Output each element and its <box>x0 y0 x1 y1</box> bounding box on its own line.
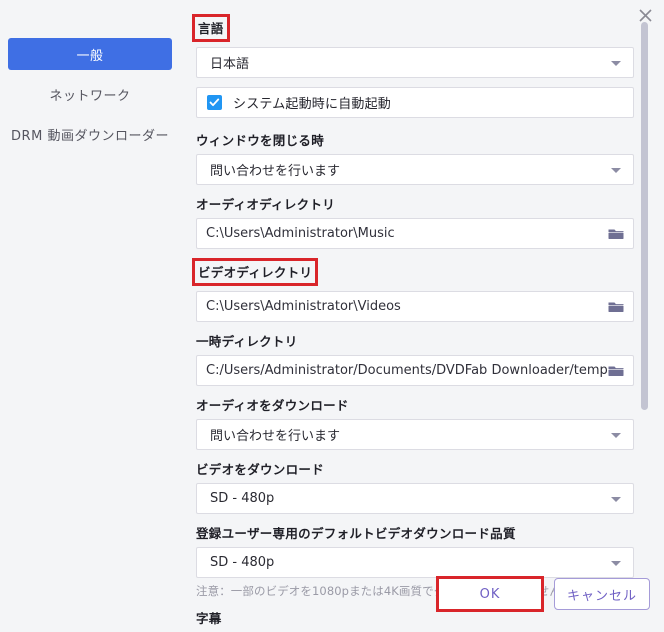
chevron-down-icon <box>611 561 621 566</box>
setting-close-window: ウィンドウを閉じる時 問い合わせを行います <box>196 130 634 185</box>
sidebar-item-label: 一般 <box>76 45 103 64</box>
sidebar-item-label: ネットワーク <box>49 85 130 104</box>
sidebar-nav: 一般 ネットワーク DRM 動画ダウンローダー <box>0 38 180 158</box>
cancel-button-label: キャンセル <box>567 585 637 604</box>
sidebar-item-drm-downloader[interactable]: DRM 動画ダウンローダー <box>0 118 180 150</box>
sidebar-item-general[interactable]: 一般 <box>8 38 172 70</box>
sidebar-item-network[interactable]: ネットワーク <box>0 78 180 110</box>
language-label: 言語 <box>192 14 230 42</box>
sidebar-item-label: DRM 動画ダウンローダー <box>11 125 169 144</box>
temp-directory-label: 一時ディレクトリ <box>196 331 298 350</box>
default-quality-value: SD - 480p <box>210 555 274 570</box>
setting-audio-directory: オーディオディレクトリ C:\Users\Administrator\Music <box>196 194 634 249</box>
video-directory-field[interactable]: C:\Users\Administrator\Videos <box>196 291 634 322</box>
temp-directory-field[interactable]: C:/Users/Administrator/Documents/DVDFab … <box>196 355 634 386</box>
audio-directory-field[interactable]: C:\Users\Administrator\Music <box>196 218 634 249</box>
ok-button[interactable]: OK <box>436 576 544 612</box>
download-video-value: SD - 480p <box>210 491 274 506</box>
video-directory-value: C:\Users\Administrator\Videos <box>206 299 401 314</box>
folder-icon[interactable] <box>608 300 624 314</box>
folder-icon[interactable] <box>608 227 624 241</box>
video-directory-label: ビデオディレクトリ <box>192 258 318 286</box>
setting-temp-directory: 一時ディレクトリ C:/Users/Administrator/Document… <box>196 331 634 386</box>
chevron-down-icon <box>611 61 621 66</box>
subtitle-label: 字幕 <box>196 608 222 627</box>
audio-directory-value: C:\Users\Administrator\Music <box>206 226 395 241</box>
folder-icon[interactable] <box>608 364 624 378</box>
download-audio-value: 問い合わせを行います <box>210 425 340 444</box>
close-window-label: ウィンドウを閉じる時 <box>196 130 324 149</box>
dialog-footer: OK キャンセル <box>436 576 650 612</box>
content-scrollbar[interactable] <box>641 22 648 410</box>
download-video-select[interactable]: SD - 480p <box>196 483 634 514</box>
download-audio-label: オーディオをダウンロード <box>196 395 349 414</box>
chevron-down-icon <box>611 433 621 438</box>
setting-download-audio: オーディオをダウンロード 問い合わせを行います <box>196 395 634 450</box>
download-audio-select[interactable]: 問い合わせを行います <box>196 419 634 450</box>
autostart-checkbox-row[interactable]: システム起動時に自動起動 <box>196 87 634 118</box>
close-icon <box>639 9 652 22</box>
autostart-label: システム起動時に自動起動 <box>233 93 391 112</box>
autostart-checkbox[interactable] <box>207 95 222 110</box>
setting-video-directory: ビデオディレクトリ C:\Users\Administrator\Videos <box>196 258 634 322</box>
default-quality-label: 登録ユーザー専用のデフォルトビデオダウンロード品質 <box>196 523 516 542</box>
language-value: 日本語 <box>210 53 249 72</box>
audio-directory-label: オーディオディレクトリ <box>196 194 335 213</box>
ok-button-label: OK <box>480 587 501 602</box>
close-window-value: 問い合わせを行います <box>210 160 340 179</box>
default-quality-select[interactable]: SD - 480p <box>196 547 634 578</box>
chevron-down-icon <box>611 168 621 173</box>
setting-download-video: ビデオをダウンロード SD - 480p <box>196 459 634 514</box>
download-video-label: ビデオをダウンロード <box>196 459 324 478</box>
close-window-select[interactable]: 問い合わせを行います <box>196 154 634 185</box>
cancel-button[interactable]: キャンセル <box>554 578 650 610</box>
scrollbar-thumb[interactable] <box>641 22 648 410</box>
settings-panel: 言語 日本語 システム起動時に自動起動 ウィンドウを閉じる時 問い合わせを行いま… <box>196 14 634 566</box>
temp-directory-value: C:/Users/Administrator/Documents/DVDFab … <box>206 363 608 378</box>
setting-language: 言語 日本語 <box>196 14 634 78</box>
chevron-down-icon <box>611 497 621 502</box>
language-select[interactable]: 日本語 <box>196 47 634 78</box>
